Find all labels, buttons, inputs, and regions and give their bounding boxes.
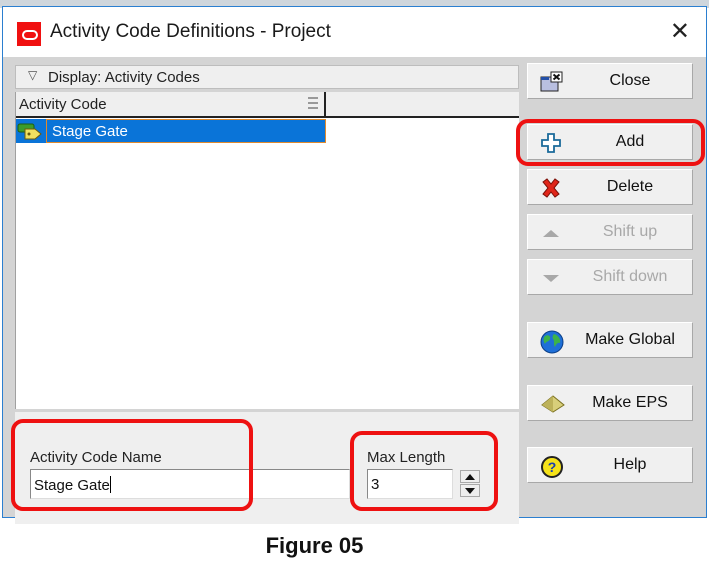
triangle-down-icon: [540, 267, 562, 289]
globe-icon: [540, 330, 564, 354]
dialog-title: Activity Code Definitions - Project: [50, 21, 331, 42]
activity-code-grid: Activity Code Stage Gate: [15, 92, 519, 409]
shift-up-button-label: Shift up: [602, 223, 658, 240]
make-eps-button[interactable]: Make EPS: [527, 385, 693, 421]
close-window-icon[interactable]: ✕: [670, 17, 690, 46]
table-row[interactable]: Stage Gate: [16, 119, 326, 143]
help-button[interactable]: ? Help: [527, 447, 693, 483]
row-name-cell[interactable]: Stage Gate: [46, 119, 326, 143]
column-header-label: Activity Code: [19, 96, 107, 113]
oracle-app-icon: [17, 22, 41, 46]
chevron-down-icon[interactable]: ▽: [28, 68, 37, 82]
delete-button[interactable]: Delete: [527, 169, 693, 205]
grid-header: Activity Code: [16, 92, 519, 118]
make-eps-button-label: Make EPS: [592, 394, 668, 411]
column-header-activity-code[interactable]: Activity Code: [16, 92, 326, 116]
help-icon: ?: [540, 455, 563, 478]
make-global-button[interactable]: Make Global: [527, 322, 693, 358]
figure-caption-text: Figure 05: [265, 533, 364, 558]
title-bar: Activity Code Definitions - Project ✕: [3, 7, 706, 57]
triangle-up-icon: [540, 222, 562, 244]
shift-down-button[interactable]: Shift down: [527, 259, 693, 295]
close-button-label: Close: [609, 72, 651, 89]
tag-icon: [17, 122, 43, 140]
make-global-button-label: Make Global: [585, 331, 675, 348]
figure-caption: Figure 05: [0, 533, 709, 559]
red-x-icon: [540, 177, 562, 199]
svg-text:?: ?: [548, 459, 557, 475]
window-close-icon: [540, 71, 563, 93]
display-bar[interactable]: ▽ Display: Activity Codes: [15, 65, 519, 89]
help-button-label: Help: [613, 456, 647, 473]
activity-code-name-highlight: [11, 419, 253, 511]
column-menu-icon[interactable]: [308, 97, 318, 112]
display-bar-label: Display: Activity Codes: [48, 69, 200, 86]
pyramid-icon: [540, 393, 565, 415]
close-button[interactable]: Close: [527, 63, 693, 99]
shift-up-button[interactable]: Shift up: [527, 214, 693, 250]
shift-down-button-label: Shift down: [592, 268, 668, 285]
delete-button-label: Delete: [606, 178, 654, 195]
max-length-highlight: [350, 431, 498, 511]
add-button-highlight: [516, 119, 705, 166]
